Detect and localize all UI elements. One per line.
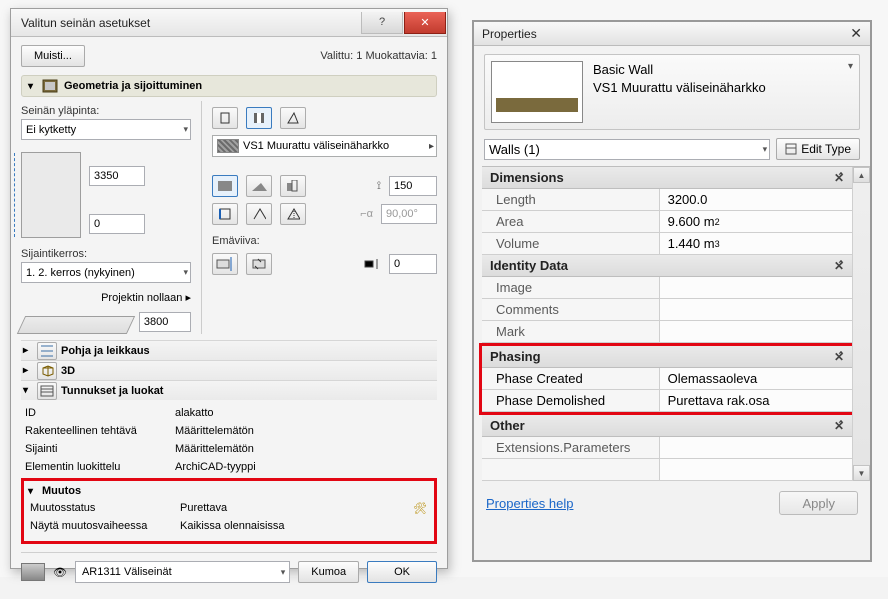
renovation-status-row[interactable]: Muutosstatus Purettava 🛠: [26, 499, 432, 517]
type-name: VS1 Muurattu väliseinäharkko: [593, 79, 766, 97]
close-icon[interactable]: ✕: [850, 25, 862, 42]
category-other[interactable]: Other✕̂: [482, 415, 852, 437]
prop-phase-demolished[interactable]: Phase DemolishedPurettava rak.osa: [482, 390, 852, 412]
scroll-down-icon[interactable]: ▼: [853, 465, 870, 481]
wall-settings-dialog: Valitun seinän asetukset ? ✕ Muisti... V…: [10, 8, 448, 569]
renovation-show-row[interactable]: Näytä muutosvaiheessa Kaikissa olennaisi…: [26, 517, 432, 535]
category-dimensions[interactable]: Dimensions✕̂: [482, 167, 852, 189]
prop-image[interactable]: Image: [482, 277, 852, 299]
profile-2[interactable]: [246, 175, 272, 197]
cube-icon: [37, 362, 57, 380]
renovation-header[interactable]: ▾Muutos: [26, 483, 432, 499]
apply-button[interactable]: Apply: [779, 491, 858, 515]
properties-title: Properties: [482, 27, 537, 41]
material-swatch: [217, 139, 239, 153]
geometry-method-3[interactable]: [280, 107, 306, 129]
profile-1[interactable]: [212, 175, 238, 197]
chevron-down-icon: ▾: [848, 61, 853, 72]
layer-select[interactable]: AR1311 Väliseinät▾: [75, 561, 290, 583]
material-select[interactable]: VS1 Muurattu väliseinäharkko ▸: [212, 135, 437, 157]
cancel-button[interactable]: Kumoa: [298, 561, 359, 583]
tags-table: IDalakatto Rakenteellinen tehtäväMääritt…: [21, 404, 437, 476]
home-story-label: Sijaintikerros:: [21, 248, 191, 260]
title: Valitun seinän asetukset: [21, 16, 361, 30]
slab-figure: [17, 316, 135, 334]
table-row[interactable]: IDalakatto: [21, 404, 437, 422]
dialog-footer: 👁 AR1311 Väliseinät▾ Kumoa OK: [21, 552, 437, 591]
refline-pos-3[interactable]: [280, 203, 306, 225]
category-identity[interactable]: Identity Data✕̂: [482, 255, 852, 277]
table-row[interactable]: Rakenteellinen tehtäväMäärittelemätön: [21, 422, 437, 440]
type-selector[interactable]: Basic Wall VS1 Muurattu väliseinäharkko …: [484, 54, 860, 130]
properties-help-link[interactable]: Properties help: [486, 496, 573, 511]
refline-offset-input[interactable]: 0: [389, 254, 437, 274]
layer-swatch[interactable]: [21, 563, 45, 581]
angle-input: 90,00°: [381, 204, 437, 224]
floor-section-icon: [37, 342, 57, 360]
section-geometry[interactable]: ▾ Geometria ja sijoittuminen: [21, 75, 437, 97]
base-offset-input[interactable]: 0: [89, 214, 145, 234]
project-zero-label[interactable]: Projektin nollaan ▸: [101, 291, 191, 304]
edit-type-icon: [785, 143, 797, 155]
prop-area[interactable]: Area9.600 m2: [482, 211, 852, 233]
thickness-input[interactable]: 150: [389, 176, 437, 196]
selection-info: Valittu: 1 Muokattavia: 1: [320, 50, 437, 62]
angle-icon: ⌐α: [360, 208, 373, 220]
table-row[interactable]: SijaintiMäärittelemätön: [21, 440, 437, 458]
refline-side-1[interactable]: [212, 253, 238, 275]
scroll-up-icon[interactable]: ▲: [853, 167, 870, 183]
refline-pos-2[interactable]: [246, 203, 272, 225]
accordion-tags[interactable]: ▾ Tunnukset ja luokat: [21, 380, 437, 400]
phasing-group-highlight: Phasing✕̂ Phase CreatedOlemassaoleva Pha…: [479, 343, 855, 415]
close-button[interactable]: ✕: [404, 12, 446, 34]
scrollbar[interactable]: ▲▼: [852, 167, 870, 481]
prop-empty: [482, 459, 852, 481]
type-family: Basic Wall: [593, 61, 766, 79]
prop-length[interactable]: Length3200.0: [482, 189, 852, 211]
geometry-method-2[interactable]: [246, 107, 272, 129]
favorites-button[interactable]: Muisti...: [21, 45, 85, 67]
collapse-icon[interactable]: ✕̂: [834, 171, 844, 185]
help-button[interactable]: ?: [361, 12, 403, 34]
prop-comments[interactable]: Comments: [482, 299, 852, 321]
ok-button[interactable]: OK: [367, 561, 437, 583]
tags-icon: [37, 382, 57, 400]
profile-3[interactable]: [280, 175, 306, 197]
category-phasing[interactable]: Phasing✕̂: [482, 346, 852, 368]
refline-flip[interactable]: [246, 253, 272, 275]
renovation-group-highlight: ▾Muutos Muutosstatus Purettava 🛠 Näytä m…: [21, 478, 437, 544]
prop-phase-created[interactable]: Phase CreatedOlemassaoleva: [482, 368, 852, 390]
prop-extensions[interactable]: Extensions.Parameters: [482, 437, 852, 459]
thickness-icon: ⟟: [377, 180, 381, 193]
refline-label: Emäviiva:: [212, 235, 437, 247]
top-link-label: Seinän yläpinta:: [21, 105, 191, 117]
top-link-combo[interactable]: Ei kytketty▾: [21, 119, 191, 140]
properties-titlebar: Properties ✕: [474, 22, 870, 46]
titlebar: Valitun seinän asetukset ? ✕: [11, 9, 447, 37]
collapse-icon[interactable]: ✕̂: [834, 259, 844, 273]
collapse-icon[interactable]: ✕̂: [834, 419, 844, 433]
demolish-icon: 🛠: [408, 502, 432, 515]
refline-offset-icon: [363, 257, 381, 271]
filter-combo[interactable]: Walls (1)▾: [484, 139, 770, 160]
height-input[interactable]: 3350: [89, 166, 145, 186]
table-row[interactable]: Elementin luokitteluArchiCAD-tyyppi: [21, 458, 437, 476]
wall-preview: [21, 152, 81, 238]
properties-grid: Dimensions✕̂ Length3200.0 Area9.600 m2 V…: [482, 166, 870, 481]
collapse-icon[interactable]: ✕̂: [834, 350, 844, 364]
type-thumbnail: [491, 61, 583, 123]
refline-pos-1[interactable]: [212, 203, 238, 225]
home-story-combo[interactable]: 1. 2. kerros (nykyinen)▾: [21, 262, 191, 283]
edit-type-button[interactable]: Edit Type: [776, 138, 860, 160]
properties-panel: Properties ✕ Basic Wall VS1 Muurattu väl…: [472, 20, 872, 562]
prop-mark[interactable]: Mark: [482, 321, 852, 343]
project-zero-input[interactable]: 3800: [139, 312, 191, 332]
geometry-method-1[interactable]: [212, 107, 238, 129]
accordion-floor-section[interactable]: ▸ Pohja ja leikkaus: [21, 340, 437, 360]
accordion-3d[interactable]: ▸ 3D: [21, 360, 437, 380]
prop-volume[interactable]: Volume1.440 m3: [482, 233, 852, 255]
geometry-icon: [42, 79, 58, 93]
